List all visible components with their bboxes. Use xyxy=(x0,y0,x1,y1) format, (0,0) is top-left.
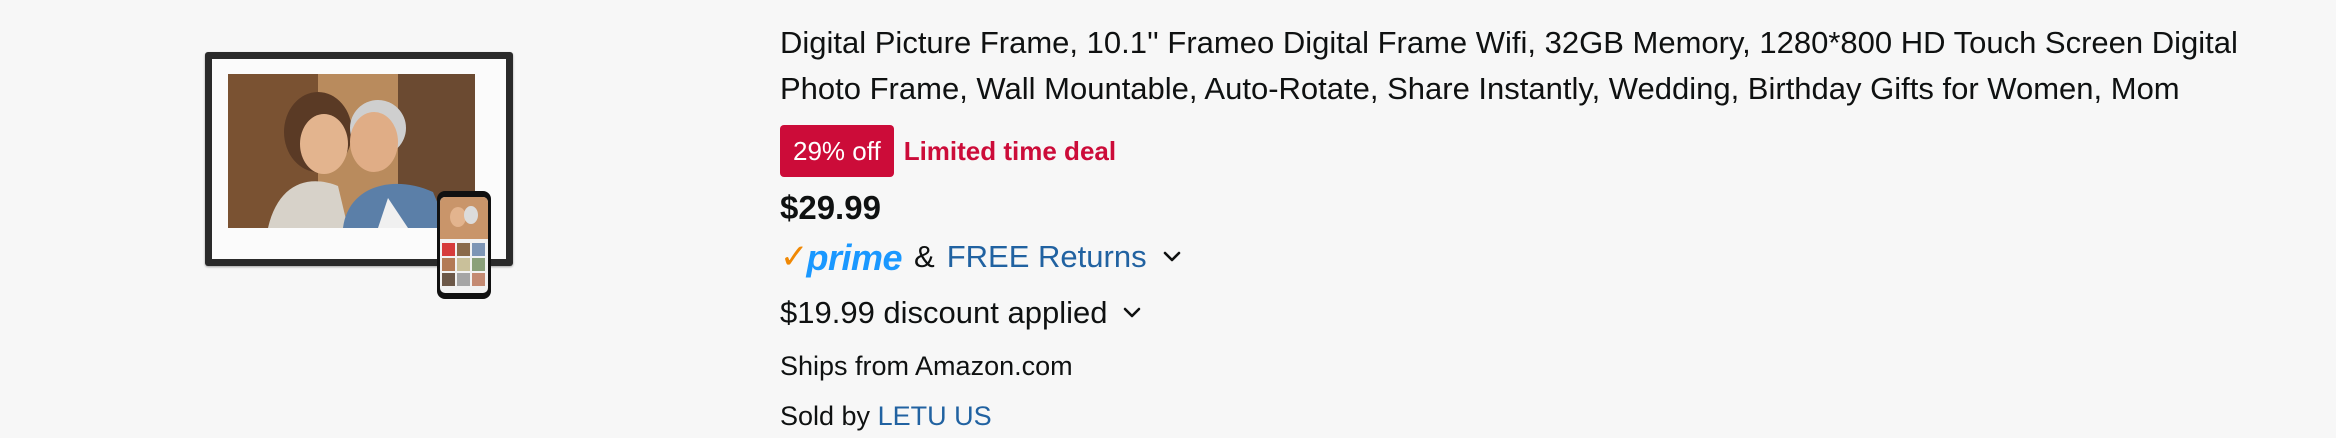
phone-screen xyxy=(440,197,488,293)
sold-by-prefix: Sold by xyxy=(780,401,871,431)
phone-image xyxy=(437,191,491,299)
seller-link[interactable]: LETU US xyxy=(878,401,992,431)
ampersand: & xyxy=(914,239,935,274)
product-image[interactable] xyxy=(205,52,535,302)
chevron-down-icon[interactable] xyxy=(1163,248,1181,266)
prime-logo: ✓ prime xyxy=(780,237,903,278)
product-details: Digital Picture Frame, 10.1'' Frameo Dig… xyxy=(780,20,2325,436)
phone-gallery-illustration xyxy=(440,197,488,286)
product-title[interactable]: Digital Picture Frame, 10.1'' Frameo Dig… xyxy=(780,20,2325,112)
deal-row: 29% off Limited time deal xyxy=(780,124,2325,178)
discount-badge: 29% off xyxy=(780,125,894,177)
prime-check-icon: ✓ xyxy=(780,238,809,276)
sold-by: Sold by LETU US xyxy=(780,396,2325,436)
free-returns-link[interactable]: FREE Returns xyxy=(947,239,1147,275)
discount-applied-label[interactable]: $19.99 discount applied xyxy=(780,295,1107,331)
ships-from: Ships from Amazon.com xyxy=(780,351,1073,381)
chevron-down-icon[interactable] xyxy=(1123,304,1141,322)
limited-time-deal-label: Limited time deal xyxy=(903,135,1117,166)
price: $29.99 xyxy=(780,189,881,226)
prime-wordmark: prime xyxy=(806,237,903,278)
discount-row: $19.99 discount applied xyxy=(780,290,2325,336)
delivery-row: ✓ prime & FREE Returns xyxy=(780,234,2325,280)
